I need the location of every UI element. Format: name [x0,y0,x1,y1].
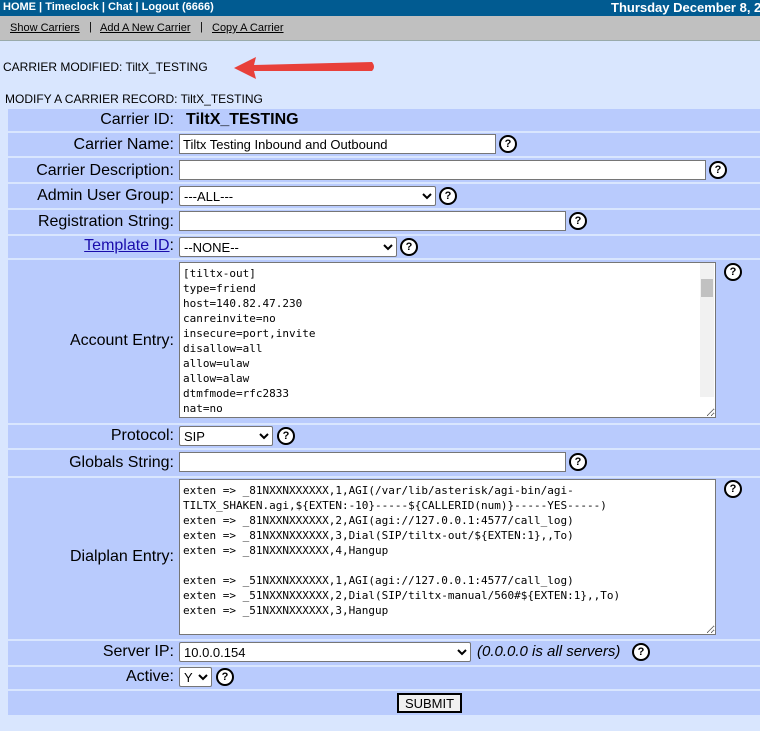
account-entry-label: Account Entry: [69,332,174,349]
template-id-select[interactable]: --NONE-- [179,237,397,257]
top-nav: HOME | Timeclock | Chat | Logout (6666) [3,1,214,13]
arrow-annotation [234,57,374,79]
carrier-id-label: Carrier ID: [100,111,174,128]
logout-link[interactable]: Logout (6666) [142,1,214,13]
account-entry-textarea[interactable]: [tiltx-out] type=friend host=140.82.47.2… [179,262,716,418]
row-dialplan-entry: Dialplan Entry: exten => _81NXXNXXXXXX,1… [8,478,760,639]
dialplan-entry-textarea[interactable]: exten => _81NXXNXXXXXX,1,AGI(/var/lib/as… [179,479,716,635]
row-admin-user-group: Admin User Group: ---ALL--- ? [8,184,760,208]
row-template-id: Template ID: --NONE-- ? [8,236,760,258]
copy-carrier-link[interactable]: Copy A Carrier [212,22,284,34]
server-ip-note: (0.0.0.0 is all servers) [477,643,621,660]
template-id-link[interactable]: Template ID [84,237,169,254]
help-icon[interactable]: ? [709,161,727,179]
admin-user-group-label: Admin User Group: [37,187,174,204]
help-icon[interactable]: ? [569,453,587,471]
timeclock-link[interactable]: Timeclock [45,1,99,13]
help-icon[interactable]: ? [724,263,742,281]
carrier-subnav: Show Carriers | Add A New Carrier | Copy… [0,16,760,41]
protocol-label: Protocol: [110,427,174,444]
help-icon[interactable]: ? [400,238,418,256]
globals-string-input[interactable] [179,452,566,472]
globals-string-label: Globals String: [69,454,174,471]
help-icon[interactable]: ? [277,427,295,445]
carrier-description-label: Carrier Description: [36,162,174,179]
admin-user-group-select[interactable]: ---ALL--- [179,186,436,206]
row-protocol: Protocol: SIP ? [8,425,760,448]
row-globals-string: Globals String: ? [8,450,760,476]
dialplan-entry-label: Dialplan Entry: [69,548,174,565]
registration-string-input[interactable] [179,211,566,231]
row-registration-string: Registration String: ? [8,210,760,234]
status-message: CARRIER MODIFIED: TiltX_TESTING [3,60,208,74]
row-account-entry: Account Entry: [tiltx-out] type=friend h… [8,260,760,423]
chat-link[interactable]: Chat [108,1,132,13]
form-title: MODIFY A CARRIER RECORD: TiltX_TESTING [5,92,263,106]
scrollbar-thumb[interactable] [701,279,713,297]
carrier-name-input[interactable] [179,134,496,154]
top-bar: HOME | Timeclock | Chat | Logout (6666) … [0,0,760,16]
carrier-description-input[interactable] [179,160,706,180]
active-label: Active: [125,668,174,685]
server-ip-select[interactable]: 10.0.0.154 [179,642,471,662]
add-carrier-link[interactable]: Add A New Carrier [100,22,190,34]
help-icon[interactable]: ? [216,668,234,686]
help-icon[interactable]: ? [439,187,457,205]
scrollbar[interactable] [700,263,714,397]
show-carriers-link[interactable]: Show Carriers [10,22,80,34]
active-select[interactable]: Y [179,667,212,687]
carrier-id-value: TiltX_TESTING [186,111,299,128]
row-carrier-description: Carrier Description: ? [8,158,760,182]
row-submit [8,691,760,715]
registration-string-label: Registration String: [37,213,174,230]
protocol-select[interactable]: SIP [179,426,273,446]
submit-button[interactable]: SUBMIT [397,693,462,713]
row-active: Active: Y ? [8,667,760,689]
home-link[interactable]: HOME [3,1,36,13]
server-ip-label: Server IP: [102,643,174,660]
help-icon[interactable]: ? [499,135,517,153]
help-icon[interactable]: ? [724,480,742,498]
carrier-name-label: Carrier Name: [73,136,174,153]
help-icon[interactable]: ? [569,212,587,230]
row-carrier-id: Carrier ID: TiltX_TESTING [8,109,760,131]
help-icon[interactable]: ? [632,643,650,661]
date-display: Thursday December 8, 2 [611,0,760,15]
row-server-ip: Server IP: 10.0.0.154 (0.0.0.0 is all se… [8,641,760,665]
row-carrier-name: Carrier Name: ? [8,133,760,156]
